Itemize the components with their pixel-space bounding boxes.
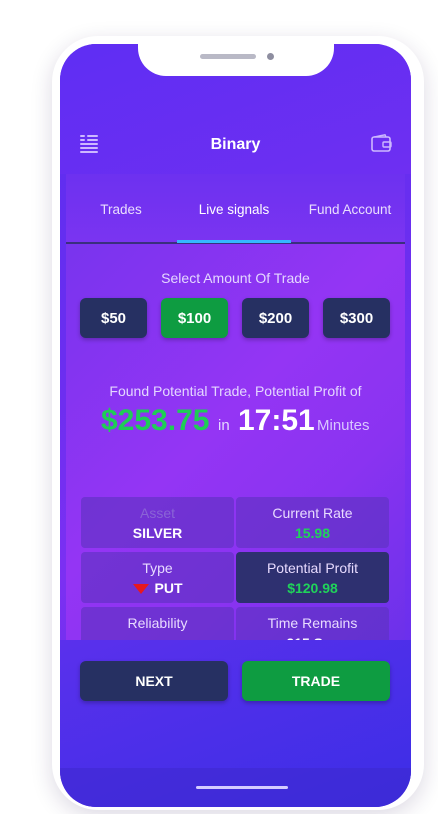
page-title: Binary	[210, 136, 261, 153]
tab-fund-account[interactable]: Fund Account	[300, 202, 400, 217]
asset-value: SILVER	[132, 525, 183, 541]
phone-notch	[138, 36, 334, 76]
in-text: in	[218, 417, 230, 434]
tab-trades[interactable]: Trades	[76, 202, 166, 217]
potential-profit-label: Potential Profit	[266, 560, 359, 576]
amount-button-300[interactable]: $300	[323, 298, 390, 338]
type-value-row: PUT	[81, 580, 234, 596]
home-indicator[interactable]	[196, 786, 288, 789]
potential-profit-amount: $253.75	[101, 404, 210, 437]
current-rate-label: Current Rate	[272, 505, 353, 521]
current-rate-value: 15.98	[294, 525, 331, 541]
wallet-icon[interactable]	[371, 134, 392, 153]
asset-cell: Asset SILVER	[81, 497, 234, 548]
type-label: Type	[142, 560, 173, 576]
down-triangle-icon	[132, 584, 149, 595]
speaker-grille	[200, 54, 256, 59]
select-amount-label: Select Amount Of Trade	[161, 270, 310, 286]
potential-profit-value: $120.98	[287, 580, 338, 596]
potential-profit-cell: Potential Profit $120.98	[236, 552, 389, 603]
amount-button-200[interactable]: $200	[242, 298, 309, 338]
active-tab-indicator	[177, 240, 291, 243]
next-button[interactable]: NEXT	[80, 661, 228, 701]
app-screen: Binary Trades Live signals Fund Account …	[60, 44, 411, 807]
amount-button-100[interactable]: $100	[161, 298, 228, 338]
trade-button[interactable]: TRADE	[242, 661, 390, 701]
tab-bar: Trades Live signals Fund Account	[66, 174, 405, 244]
type-value: PUT	[154, 580, 183, 596]
asset-label: Asset	[139, 505, 175, 521]
action-footer: NEXT TRADE	[60, 640, 411, 807]
signal-panel: Select Amount Of Trade $50 $100 $200 $30…	[66, 244, 405, 658]
front-camera	[267, 53, 274, 60]
amount-button-50[interactable]: $50	[80, 298, 147, 338]
tab-live-signals[interactable]: Live signals	[182, 202, 286, 217]
time-remains-label: Time Remains	[267, 615, 358, 631]
countdown-time: 17:51	[238, 404, 315, 437]
minutes-text: Minutes	[317, 417, 370, 434]
reliability-label: Reliability	[127, 615, 188, 631]
found-trade-label: Found Potential Trade, Potential Profit …	[109, 383, 362, 399]
type-cell: Type PUT	[81, 552, 234, 603]
current-rate-cell: Current Rate 15.98	[236, 497, 389, 548]
